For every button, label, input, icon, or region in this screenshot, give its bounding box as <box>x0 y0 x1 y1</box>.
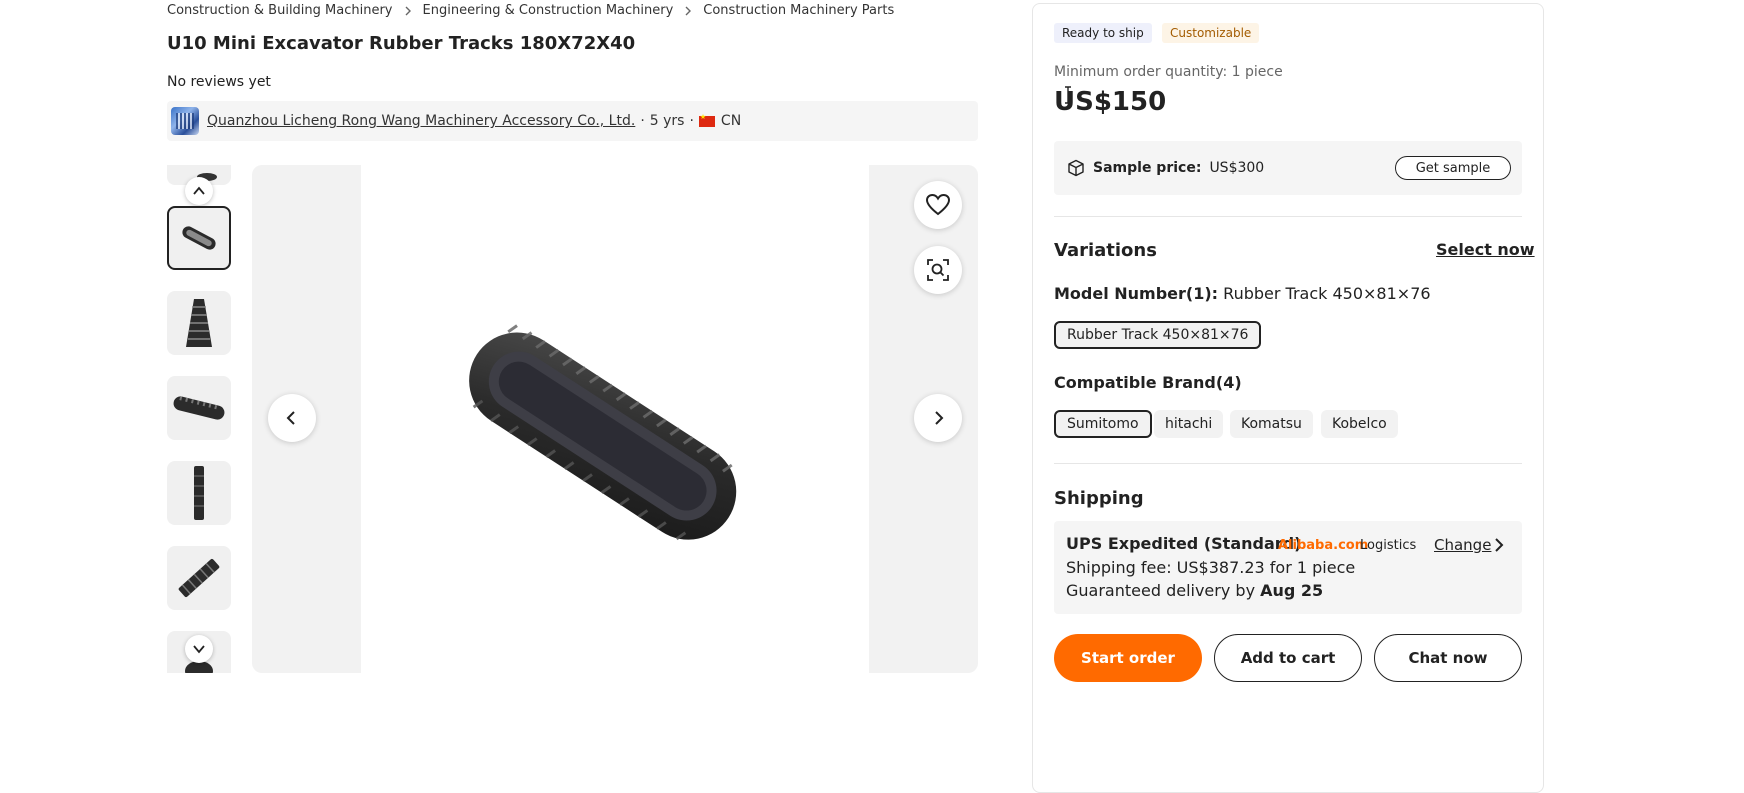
logistics-label: Logistics <box>1360 538 1417 553</box>
minimum-order-quantity: Minimum order quantity: 1 piece <box>1054 64 1283 80</box>
image-search-icon <box>927 259 949 281</box>
breadcrumb-item-construction-machinery-parts[interactable]: Construction Machinery Parts <box>703 3 894 18</box>
model-number-heading: Model Number(1): <box>1054 284 1219 303</box>
chevron-right-icon <box>935 411 944 425</box>
separator-dot: · <box>689 113 694 129</box>
reviews-status: No reviews yet <box>167 74 271 90</box>
next-image-button[interactable] <box>914 394 962 442</box>
visual-search-button[interactable] <box>914 246 962 294</box>
delivery-prefix: Guaranteed delivery by <box>1066 581 1256 600</box>
thumbnail-5[interactable] <box>167 546 231 610</box>
divider <box>1054 463 1522 464</box>
select-now-link[interactable]: Select now <box>1436 240 1535 259</box>
add-to-cart-button[interactable]: Add to cart <box>1214 634 1362 682</box>
model-option-rubber-track[interactable]: Rubber Track 450×81×76 <box>1054 321 1262 349</box>
sample-price-value: US$300 <box>1209 160 1265 176</box>
customizable-badge: Customizable <box>1162 23 1260 43</box>
divider <box>1054 216 1522 217</box>
variations-heading: Variations <box>1054 240 1157 261</box>
product-image-canvas <box>361 165 869 673</box>
chevron-right-icon <box>682 5 694 17</box>
chevron-left-icon <box>286 411 295 425</box>
breadcrumb-item-construction-building-machinery[interactable]: Construction & Building Machinery <box>167 3 393 18</box>
chevron-right-icon[interactable] <box>1492 537 1506 553</box>
thumbnail-2[interactable] <box>167 291 231 355</box>
heart-icon <box>925 193 951 216</box>
model-number-value: Rubber Track 450×81×76 <box>1223 284 1431 303</box>
compatible-brand-heading: Compatible Brand(4) <box>1054 373 1242 392</box>
compatible-brand-label: Compatible Brand(4) <box>1054 373 1242 392</box>
thumbnail-4[interactable] <box>167 461 231 525</box>
chevron-up-icon <box>193 186 205 195</box>
favorite-button[interactable] <box>914 181 962 229</box>
thumbnail-1[interactable] <box>167 206 231 270</box>
rubber-track-tread-thumbnail-image <box>186 299 212 347</box>
alibaba-logistics-logo: Alibaba.com <box>1278 538 1369 553</box>
rubber-track-strip-thumbnail-image <box>194 466 204 520</box>
text-cursor-icon <box>1065 86 1071 104</box>
shipping-fee: Shipping fee: US$387.23 for 1 piece <box>1066 558 1356 577</box>
brand-option-kobelco[interactable]: Kobelco <box>1321 410 1398 438</box>
supplier-name-link[interactable]: Quanzhou Licheng Rong Wang Machinery Acc… <box>207 113 635 129</box>
rubber-track-thumbnail-image <box>182 226 216 250</box>
sample-price-label: Sample price: <box>1093 160 1202 176</box>
change-shipping-link[interactable]: Change <box>1434 536 1491 554</box>
ready-to-ship-badge: Ready to ship <box>1054 23 1152 43</box>
thumbnail-strip <box>167 165 233 673</box>
chevron-right-icon <box>402 5 414 17</box>
delivery-date: Aug 25 <box>1260 581 1324 600</box>
model-number-label: Model Number(1): Rubber Track 450×81×76 <box>1054 284 1431 303</box>
supplier-logo[interactable] <box>171 107 199 135</box>
chat-now-button[interactable]: Chat now <box>1374 634 1522 682</box>
china-flag-icon <box>698 113 715 127</box>
rubber-track-product-image <box>469 324 737 541</box>
previous-image-button[interactable] <box>268 394 316 442</box>
brand-option-sumitomo[interactable]: Sumitomo <box>1054 410 1152 438</box>
thumbnail-scroll-down-button[interactable] <box>185 635 213 663</box>
rubber-track-side-thumbnail-image <box>173 396 225 420</box>
product-title: U10 Mini Excavator Rubber Tracks 180X72X… <box>167 33 636 54</box>
shipping-box: UPS Expedited (Standard) Alibaba.com Log… <box>1054 521 1522 614</box>
supplier-bar: Quanzhou Licheng Rong Wang Machinery Acc… <box>167 101 978 141</box>
thumbnail-scroll-up-button[interactable] <box>185 177 213 205</box>
supplier-years: 5 yrs <box>649 113 685 129</box>
separator-dot: · <box>640 113 645 129</box>
supplier-country: CN <box>720 113 742 129</box>
brand-option-komatsu[interactable]: Komatsu <box>1230 410 1313 438</box>
main-product-image[interactable] <box>252 165 978 673</box>
get-sample-button[interactable]: Get sample <box>1395 156 1511 180</box>
start-order-button[interactable]: Start order <box>1054 634 1202 682</box>
guaranteed-delivery: Guaranteed delivery by Aug 25 <box>1066 581 1323 600</box>
thumbnail-3[interactable] <box>167 376 231 440</box>
shipping-heading: Shipping <box>1054 488 1144 509</box>
chevron-down-icon <box>193 645 205 654</box>
brand-option-hitachi[interactable]: hitachi <box>1154 410 1224 438</box>
sample-price-box: Sample price: US$300 Get sample <box>1054 141 1522 195</box>
breadcrumb-item-engineering-construction-machinery[interactable]: Engineering & Construction Machinery <box>423 3 674 18</box>
shipping-method: UPS Expedited (Standard) <box>1066 534 1302 553</box>
package-icon <box>1068 159 1084 177</box>
breadcrumb: Construction & Building Machinery Engine… <box>167 3 894 18</box>
rubber-track-diagonal-thumbnail-image <box>178 558 220 598</box>
